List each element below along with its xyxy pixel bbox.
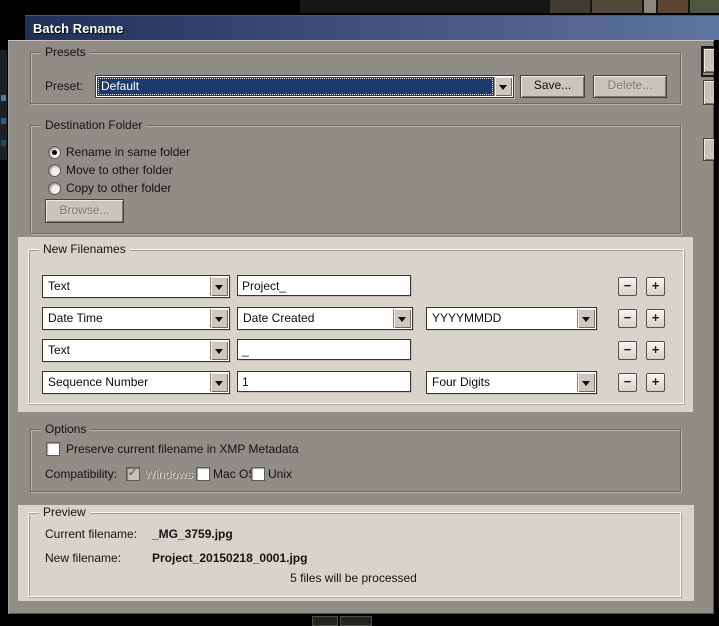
compatibility-label: Compatibility: bbox=[45, 467, 117, 481]
radio-rename-label: Rename in same folder bbox=[66, 145, 190, 159]
files-processed-note: 5 files will be processed bbox=[28, 571, 679, 585]
preserve-filename-label: Preserve current filename in XMP Metadat… bbox=[66, 442, 299, 456]
row1-remove-button[interactable]: − bbox=[618, 277, 637, 296]
background-thumbnail bbox=[658, 0, 688, 13]
dialog-title: Batch Rename bbox=[33, 21, 123, 36]
options-group-label: Options bbox=[41, 422, 90, 436]
row2-format-dropdown[interactable]: YYYYMMDD bbox=[426, 307, 597, 330]
background-icon bbox=[1, 140, 6, 146]
dropdown-arrow-icon[interactable] bbox=[577, 309, 595, 328]
row2-remove-button[interactable]: − bbox=[618, 309, 637, 328]
dropdown-arrow-icon[interactable] bbox=[577, 373, 595, 392]
background-thumbnail bbox=[644, 0, 656, 13]
new-filename-value: Project_20150218_0001.jpg bbox=[152, 551, 307, 565]
dropdown-arrow-icon[interactable] bbox=[210, 373, 228, 392]
current-filename-label: Current filename: bbox=[45, 527, 137, 541]
row4-remove-button[interactable]: − bbox=[618, 373, 637, 392]
background-thumbnail bbox=[690, 0, 719, 13]
preset-label: Preset: bbox=[45, 79, 83, 93]
compatibility-windows-checkbox: ✓ bbox=[126, 467, 140, 481]
destination-folder-group: Destination Folder bbox=[30, 125, 681, 234]
background-widget bbox=[340, 616, 372, 626]
radio-rename-in-same-folder[interactable] bbox=[48, 146, 61, 159]
background-thumbnail bbox=[550, 0, 590, 13]
radio-copy-to-other-folder[interactable] bbox=[48, 182, 61, 195]
new-filename-label: New filename: bbox=[45, 551, 121, 565]
options-group: Options bbox=[30, 429, 681, 492]
frame-right-edge bbox=[714, 40, 719, 614]
compatibility-windows-label: Windows bbox=[144, 467, 193, 481]
dropdown-arrow-icon[interactable] bbox=[494, 77, 512, 96]
row3-type-dropdown[interactable]: Text bbox=[42, 339, 230, 362]
background-thumbnail bbox=[592, 0, 642, 13]
row4-sequence-start-input[interactable] bbox=[237, 371, 411, 392]
row1-type-dropdown[interactable]: Text bbox=[42, 275, 230, 298]
radio-move-label: Move to other folder bbox=[66, 163, 173, 177]
radio-move-to-other-folder[interactable] bbox=[48, 164, 61, 177]
row2-type-dropdown[interactable]: Date Time bbox=[42, 307, 230, 330]
preserve-filename-checkbox[interactable] bbox=[46, 442, 60, 456]
background-thumbnail-strip bbox=[300, 0, 719, 13]
background-icon bbox=[1, 118, 6, 124]
compatibility-unix-label: Unix bbox=[268, 467, 292, 481]
background-icon bbox=[1, 95, 6, 101]
radio-copy-label: Copy to other folder bbox=[66, 181, 171, 195]
background-widget bbox=[312, 616, 338, 626]
browse-button: Browse... bbox=[45, 199, 124, 223]
current-filename-value: _MG_3759.jpg bbox=[152, 527, 233, 541]
row4-digits-dropdown[interactable]: Four Digits bbox=[426, 371, 597, 394]
row4-type-dropdown[interactable]: Sequence Number bbox=[42, 371, 230, 394]
new-filenames-group-label: New Filenames bbox=[39, 242, 130, 256]
compatibility-unix-checkbox[interactable] bbox=[251, 467, 265, 481]
row2-category-dropdown[interactable]: Date Created bbox=[237, 307, 413, 330]
row4-add-button[interactable]: + bbox=[646, 373, 665, 392]
dialog-titlebar[interactable]: Batch Rename bbox=[25, 15, 719, 42]
row3-text-input[interactable] bbox=[237, 339, 411, 360]
check-icon: ✓ bbox=[128, 466, 137, 479]
row2-add-button[interactable]: + bbox=[646, 309, 665, 328]
preset-selected-value: Default bbox=[97, 77, 494, 96]
destination-folder-group-label: Destination Folder bbox=[41, 118, 146, 132]
row1-add-button[interactable]: + bbox=[646, 277, 665, 296]
row3-add-button[interactable]: + bbox=[646, 341, 665, 360]
delete-button: Delete... bbox=[593, 75, 667, 98]
dropdown-arrow-icon[interactable] bbox=[210, 309, 228, 328]
compatibility-macos-checkbox[interactable] bbox=[196, 467, 210, 481]
dropdown-arrow-icon[interactable] bbox=[210, 341, 228, 360]
preset-dropdown[interactable]: Default bbox=[95, 75, 514, 98]
preview-group-label: Preview bbox=[39, 505, 90, 519]
dropdown-arrow-icon[interactable] bbox=[393, 309, 411, 328]
screenshot-stage: Batch Rename Presets Preset: Default Sav… bbox=[0, 0, 719, 626]
presets-group-label: Presets bbox=[41, 45, 90, 59]
row1-text-input[interactable] bbox=[237, 275, 411, 296]
row3-remove-button[interactable]: − bbox=[618, 341, 637, 360]
compatibility-macos-label: Mac OS bbox=[213, 467, 256, 481]
dropdown-arrow-icon[interactable] bbox=[210, 277, 228, 296]
save-button[interactable]: Save... bbox=[520, 75, 585, 98]
